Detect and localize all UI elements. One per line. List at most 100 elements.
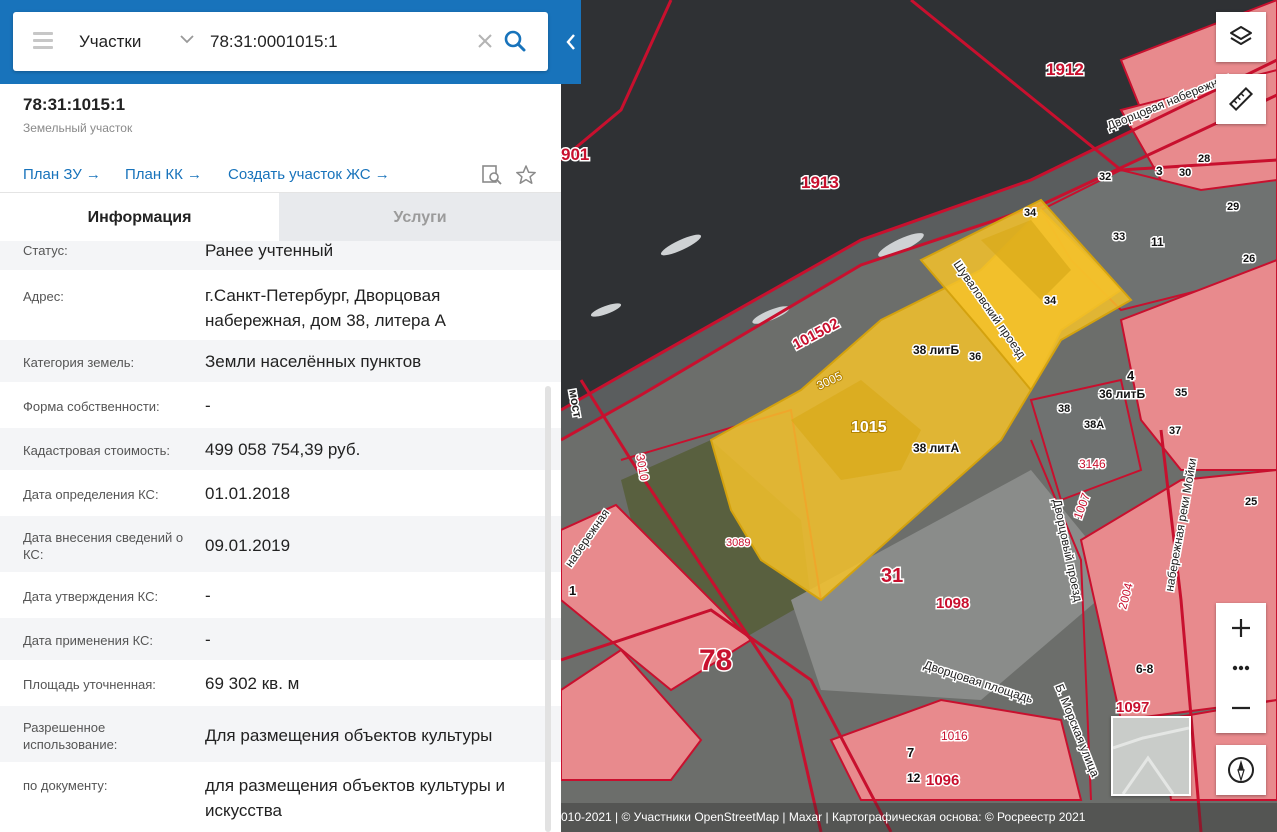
- info-row-by-document: по документу: для размещения объектов ку…: [0, 764, 561, 832]
- info-value: Ранее учтенный: [205, 241, 334, 260]
- info-value: для размещения объектов культуры и искус…: [205, 776, 506, 820]
- map-label-address: 3: [1156, 164, 1163, 178]
- info-row-ownership: Форма собственности: -: [0, 384, 561, 428]
- plan-zu-link[interactable]: План ЗУ →: [23, 166, 101, 183]
- info-row-ks-date: Дата определения КС: 01.01.2018: [0, 472, 561, 516]
- document-search-icon[interactable]: [481, 164, 503, 186]
- compass-icon: [1228, 757, 1254, 783]
- ellipsis-icon: [1232, 665, 1250, 671]
- info-value: г.Санкт-Петербург, Дворцовая набережная,…: [205, 286, 447, 330]
- collapse-panel-button[interactable]: [561, 26, 581, 58]
- map-label-address: 34: [1024, 207, 1037, 219]
- map-label-parcel: 901: [561, 145, 589, 164]
- plus-icon: [1232, 619, 1250, 637]
- info-row-cadastral-value: Кадастровая стоимость: 499 058 754,39 ру…: [0, 428, 561, 472]
- minus-icon: [1232, 706, 1250, 710]
- info-label: Кадастровая стоимость:: [23, 443, 170, 458]
- map-label-address: 25: [1245, 496, 1257, 508]
- info-panel: 78:31:1015:1 Земельный участок План ЗУ →…: [0, 0, 561, 832]
- map-label-region: 78: [699, 644, 732, 677]
- map-label-address: 7: [907, 745, 914, 760]
- info-value: -: [205, 396, 211, 415]
- map-label-address: 4: [1127, 368, 1135, 383]
- tab-bar: Информация Услуги: [0, 192, 561, 242]
- info-value: 499 058 754,39 руб.: [205, 440, 361, 459]
- map-label-address: 6-8: [1136, 662, 1154, 676]
- map-label-address: 37: [1169, 425, 1181, 437]
- arrow-right-icon: →: [85, 166, 101, 183]
- search-icon[interactable]: [503, 29, 527, 53]
- clear-icon[interactable]: [476, 32, 494, 50]
- info-label: по документу:: [23, 778, 108, 793]
- search-box: Участки: [13, 12, 548, 71]
- info-value: -: [205, 630, 211, 649]
- map-label-address: 35: [1175, 387, 1187, 399]
- info-label: Форма собственности:: [23, 399, 160, 414]
- info-label: Дата внесения сведений о КС:: [23, 530, 184, 562]
- parcel-title: 78:31:1015:1: [23, 95, 126, 114]
- more-options-button[interactable]: [1216, 653, 1266, 683]
- map-label-address: 30: [1179, 167, 1191, 179]
- map-label-parcel: 3146: [1079, 457, 1106, 471]
- zoom-out-button[interactable]: [1216, 683, 1266, 733]
- info-value: 69 302 кв. м: [205, 674, 300, 693]
- info-scrollbar[interactable]: [545, 386, 551, 832]
- info-label: Дата утверждения КС:: [23, 589, 159, 604]
- plan-kk-link[interactable]: План КК →: [125, 166, 202, 183]
- create-parcel-js-link-label: Создать участок ЖС: [228, 166, 371, 183]
- chevron-down-icon[interactable]: [179, 31, 195, 47]
- info-label: Разрешенное использование:: [23, 720, 118, 752]
- map-label-address: 26: [1243, 253, 1255, 265]
- info-row-ks-approval-date: Дата утверждения КС: -: [0, 574, 561, 618]
- tab-information[interactable]: Информация: [0, 193, 279, 242]
- layers-button[interactable]: [1216, 12, 1266, 62]
- compass-button[interactable]: [1216, 745, 1266, 795]
- info-value: 01.01.2018: [205, 484, 291, 503]
- info-value: 09.01.2019: [205, 536, 291, 555]
- object-type-select[interactable]: Участки: [79, 12, 141, 71]
- tab-services[interactable]: Услуги: [279, 193, 561, 242]
- map-label-parcel: 1015: [851, 419, 887, 436]
- map-label-address: 38 литА: [913, 441, 960, 455]
- map-label-address: 32: [1099, 171, 1111, 183]
- cadastral-search-input[interactable]: [210, 22, 470, 62]
- map-label-parcel: 1098: [936, 595, 969, 612]
- info-value: Для размещения объектов культуры: [205, 726, 493, 745]
- map-label-address: 36: [969, 351, 981, 363]
- arrow-right-icon: →: [374, 166, 390, 183]
- info-value: -: [205, 586, 211, 605]
- star-icon[interactable]: [515, 164, 537, 186]
- map-label-parcel: 3089: [726, 537, 750, 549]
- map-label-parcel: 1097: [1116, 699, 1149, 716]
- map-label-address: 12: [907, 771, 921, 785]
- info-label: Статус:: [23, 243, 68, 258]
- arrow-right-icon: →: [186, 166, 202, 183]
- info-label: Адрес:: [23, 289, 64, 304]
- map-label-address: 1: [569, 583, 576, 598]
- map-label-address: 29: [1227, 201, 1239, 213]
- map-label-address: 38 литБ: [913, 343, 960, 357]
- info-label: Категория земель:: [23, 355, 135, 370]
- info-row-category: Категория земель: Земли населённых пункт…: [0, 340, 561, 384]
- chevron-left-icon: [566, 34, 575, 50]
- map-label-parcel: 1912: [1046, 60, 1084, 79]
- create-parcel-js-link[interactable]: Создать участок ЖС →: [228, 166, 390, 183]
- info-label: Дата определения КС:: [23, 487, 159, 502]
- ruler-button[interactable]: [1216, 74, 1266, 124]
- layers-icon: [1230, 26, 1252, 45]
- hamburger-menu-icon[interactable]: [33, 32, 53, 50]
- info-list: Статус: Ранее учтенный Адрес: г.Санкт-Пе…: [0, 241, 561, 832]
- info-row-address: Адрес: г.Санкт-Петербург, Дворцовая набе…: [0, 272, 561, 340]
- parcel-header: 78:31:1015:1 Земельный участок План ЗУ →…: [0, 84, 561, 192]
- info-row-ks-apply-date: Дата применения КС: -: [0, 618, 561, 662]
- map-label-parcel: 1016: [941, 729, 968, 743]
- map-label-address: 11: [1151, 235, 1164, 249]
- plan-zu-link-label: План ЗУ: [23, 166, 82, 183]
- info-label: Площадь уточненная:: [23, 677, 156, 692]
- map-attribution: 010-2021 | © Участники OpenStreetMap | M…: [561, 803, 1277, 832]
- map-label-address: 34: [1044, 295, 1057, 307]
- map-view[interactable]: 1913 1912 901 101502 1015 3005 3089 31 7…: [561, 0, 1277, 832]
- search-bar: Участки: [0, 0, 581, 84]
- zoom-in-button[interactable]: [1216, 603, 1266, 653]
- minimap[interactable]: [1111, 716, 1191, 796]
